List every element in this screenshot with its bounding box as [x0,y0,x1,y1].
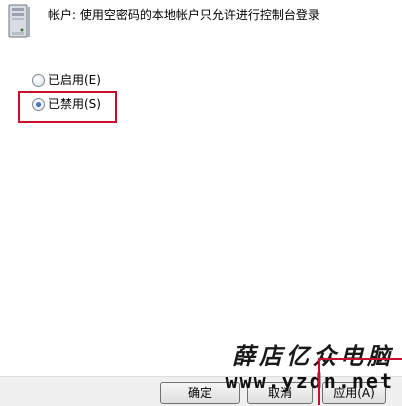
highlight-box-apply [318,358,402,405]
ok-button[interactable]: 确定 [160,382,240,404]
radio-enabled[interactable]: 已启用(E) [32,72,101,88]
radio-enabled-label: 已启用(E) [48,73,101,87]
server-computer-icon [8,4,30,38]
highlight-box-disabled [18,91,117,123]
cancel-button[interactable]: 取消 [247,382,313,404]
radio-enabled-circle[interactable] [32,73,45,87]
policy-title: 帐户: 使用空密码的本地帐户只允许进行控制台登录 [48,8,320,22]
